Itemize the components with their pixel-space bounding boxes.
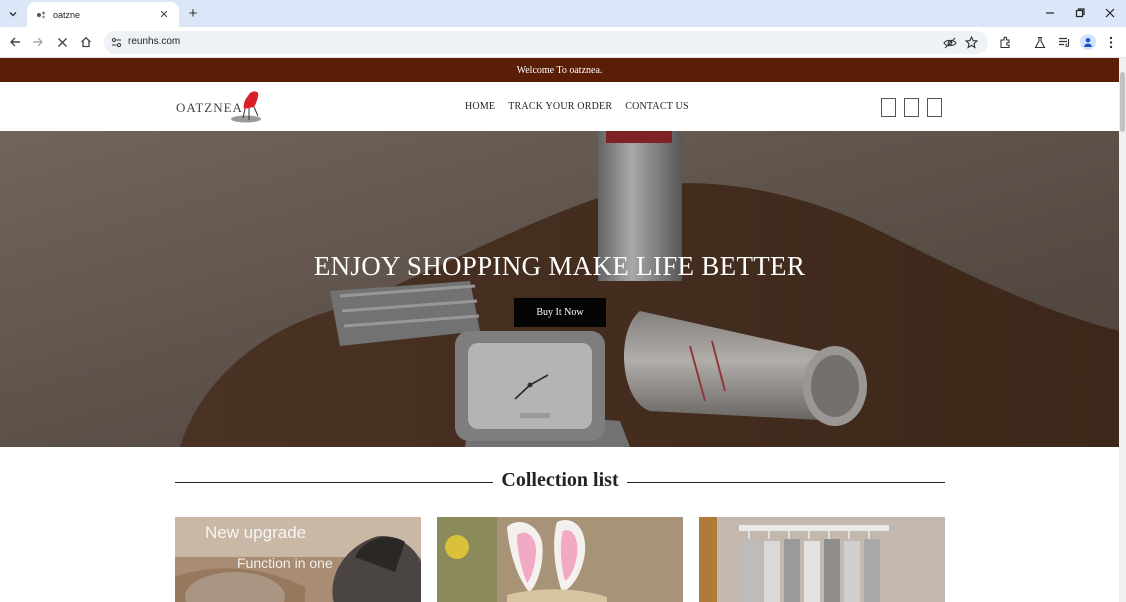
cart-icon[interactable]: [927, 98, 942, 117]
media-queue-icon[interactable]: [1056, 34, 1072, 50]
hero-title: ENJOY SHOPPING MAKE LIFE BETTER: [313, 251, 806, 281]
nav-home[interactable]: HOME: [465, 101, 495, 112]
nav-contact-us[interactable]: CONTACT US: [625, 101, 689, 112]
labs-flask-icon[interactable]: [1032, 34, 1048, 50]
forward-arrow-icon[interactable]: [30, 34, 46, 50]
address-bar[interactable]: reunhs.com: [104, 31, 988, 54]
url-text: reunhs.com: [128, 36, 181, 47]
active-tab[interactable]: oatzne ✕: [27, 2, 179, 27]
browser-menu-icon[interactable]: [1103, 34, 1119, 50]
announcement-bar: Welcome To oatznea.: [0, 58, 1119, 82]
collection-card-socks[interactable]: [699, 517, 945, 602]
collection-card-bunny[interactable]: [437, 517, 683, 602]
main-nav: HOME TRACK YOUR ORDER CONTACT US: [465, 101, 689, 112]
hero-banner: ENJOY SHOPPING MAKE LIFE BETTER Buy It N…: [0, 131, 1119, 447]
profile-avatar-icon[interactable]: [1080, 34, 1096, 50]
tab-title: oatzne: [53, 9, 81, 20]
eye-slash-icon[interactable]: [942, 35, 957, 50]
collection-heading: Collection list: [175, 468, 945, 494]
close-window-icon[interactable]: [1100, 4, 1120, 22]
site-logo[interactable]: OATZNEA: [176, 90, 271, 124]
stop-loading-icon[interactable]: [54, 34, 70, 50]
card-image-bunny-ears: [437, 517, 683, 602]
home-icon[interactable]: [78, 34, 94, 50]
bookmark-star-icon[interactable]: [964, 35, 979, 50]
new-tab-button[interactable]: +: [185, 5, 201, 21]
buy-it-now-button[interactable]: Buy It Now: [514, 298, 606, 327]
tab-search-chevron-icon[interactable]: [5, 6, 21, 22]
site-header: OATZNEA HOME TRACK YOUR ORDER CONTACT US: [0, 82, 1119, 131]
site-info-icon[interactable]: [110, 36, 122, 48]
chair-logo-icon: [231, 91, 261, 123]
heading-rule-right: [627, 482, 945, 483]
collection-card-kitchen[interactable]: New upgrade Function in one: [175, 517, 421, 602]
scrollbar-thumb[interactable]: [1120, 72, 1125, 132]
card-headline: New upgrade: [205, 523, 307, 542]
restore-icon[interactable]: [1070, 4, 1090, 22]
nav-track-your-order[interactable]: TRACK YOUR ORDER: [508, 101, 612, 112]
tab-close-icon[interactable]: ✕: [157, 8, 171, 22]
extensions-puzzle-icon[interactable]: [997, 34, 1013, 50]
hero-background-image: [0, 131, 1119, 447]
browser-tab-strip: oatzne ✕ +: [0, 0, 1126, 27]
loading-favicon-icon: [35, 9, 47, 21]
card-subline: Function in one: [237, 555, 333, 571]
page-viewport: Welcome To oatznea. OATZNEA HOME TRACK Y…: [0, 58, 1119, 602]
card-image-socks-hanger: [699, 517, 945, 602]
minimize-icon[interactable]: [1040, 4, 1060, 22]
page-scrollbar[interactable]: [1119, 58, 1126, 602]
account-icon[interactable]: [904, 98, 919, 117]
collection-title: Collection list: [501, 469, 619, 491]
browser-toolbar: reunhs.com: [0, 27, 1126, 58]
back-arrow-icon[interactable]: [7, 34, 23, 50]
search-icon[interactable]: [881, 98, 896, 117]
